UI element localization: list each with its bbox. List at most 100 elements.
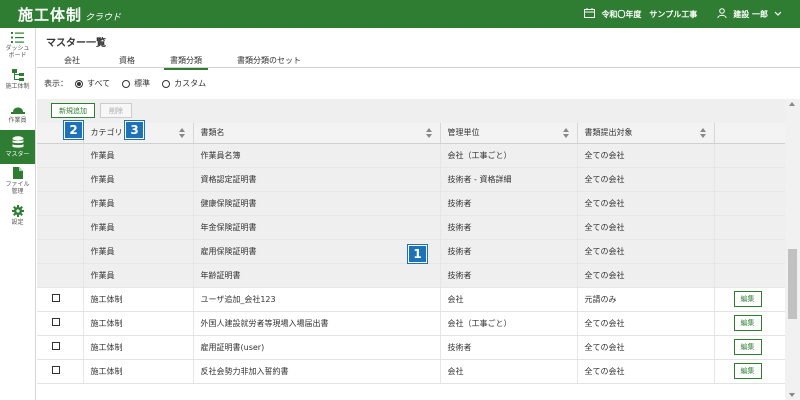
cell-management-unit: 会社 xyxy=(440,359,578,384)
page-title: マスター一覧 xyxy=(46,38,106,49)
list-icon xyxy=(11,31,24,43)
cell-submission-target: 全ての会社 xyxy=(577,143,715,168)
cell-category: 作業員 xyxy=(83,191,194,216)
radio-standard[interactable]: 標準 xyxy=(122,78,150,89)
radio-custom-indicator[interactable] xyxy=(162,79,171,88)
cell-document-name: 健康保険証明書 xyxy=(193,191,441,216)
edit-button[interactable]: 編集 xyxy=(733,339,762,355)
cell-category: 作業員 xyxy=(83,167,194,192)
sidebar-item-master[interactable]: マスター xyxy=(0,130,35,164)
calendar-icon xyxy=(584,8,596,20)
tab-bar: 会社 資格 書類分類 書類分類のセット xyxy=(37,52,800,70)
edit-button[interactable]: 編集 xyxy=(733,315,762,331)
tab-document-category[interactable]: 書類分類 xyxy=(164,55,208,70)
user-name: 建設 一郎 xyxy=(733,9,768,19)
cell-document-name: 資格認定証明書 xyxy=(193,167,441,192)
select-cell xyxy=(37,143,84,168)
header-label: カテゴリ xyxy=(90,128,123,138)
file-icon xyxy=(12,167,23,179)
action-cell xyxy=(714,239,786,264)
radio-custom[interactable]: カスタム xyxy=(162,78,206,89)
cell-document-name: 雇用証明書(user) xyxy=(193,335,441,360)
tab-company[interactable]: 会社 xyxy=(64,55,80,66)
add-new-button[interactable]: 新規追加 xyxy=(51,103,95,118)
cell-category: 作業員 xyxy=(83,263,194,288)
top-bar: 施工体制 クラウド 令和〇年度 サンプル工事 建設 一郎 xyxy=(0,0,800,28)
radio-all-indicator[interactable] xyxy=(75,79,83,88)
action-cell: 編集 xyxy=(714,311,786,336)
callout-badge-3: 3 xyxy=(125,121,144,139)
action-cell xyxy=(714,191,786,216)
sidebar-item-settings[interactable]: 設定 xyxy=(0,198,35,232)
project-name: 令和〇年度 サンプル工事 xyxy=(601,9,698,19)
radio-all[interactable]: すべて xyxy=(75,78,110,89)
cell-submission-target: 元請のみ xyxy=(577,287,715,312)
radio-standard-label: 標準 xyxy=(134,79,151,88)
header-document-name[interactable]: 書類名 xyxy=(193,123,441,144)
sidebar-item-dashboard[interactable]: ダッシュ ボード xyxy=(0,28,35,62)
scroll-down-icon[interactable] xyxy=(789,393,795,397)
brand-main: 施工体制 xyxy=(18,5,83,24)
table-row: 作業員 作業員名簿 会社（工事ごと） 全ての会社 xyxy=(37,143,786,168)
cell-submission-target: 全ての会社 xyxy=(577,335,715,360)
brand-sub: クラウド xyxy=(85,12,122,23)
scrollbar-thumb[interactable] xyxy=(788,249,797,319)
table-row: 施工体制 反社会勢力非加入誓約書 会社 全ての会社 編集 xyxy=(37,359,786,384)
cell-management-unit: 技術者 xyxy=(440,335,578,360)
cell-management-unit: 会社（工事ごと） xyxy=(440,143,578,168)
cell-document-name: 反社会勢力非加入誓約書 xyxy=(193,359,441,384)
delete-button[interactable]: 削除 xyxy=(100,103,132,118)
action-cell: 編集 xyxy=(714,287,786,312)
tab-qualification[interactable]: 資格 xyxy=(119,55,135,66)
cell-management-unit: 会社（工事ごと） xyxy=(440,311,578,336)
select-cell xyxy=(37,191,84,216)
radio-standard-indicator[interactable] xyxy=(122,79,131,88)
cell-document-name: 外国人建設就労者等現場入場届出書 xyxy=(193,311,441,336)
cell-management-unit: 技術者 - 資格詳細 xyxy=(440,167,578,192)
action-cell: 編集 xyxy=(714,359,786,384)
app-logo[interactable]: 施工体制 クラウド xyxy=(0,4,121,25)
row-checkbox[interactable] xyxy=(52,318,60,326)
project-selector[interactable]: 令和〇年度 サンプル工事 xyxy=(584,8,697,20)
select-cell xyxy=(37,215,84,240)
table-scrollbar[interactable] xyxy=(785,99,800,400)
scroll-up-icon[interactable] xyxy=(789,102,795,106)
cell-document-name: 作業員名簿 xyxy=(193,143,441,168)
sidebar-item-workers[interactable]: 作業員 xyxy=(0,96,35,130)
row-checkbox[interactable] xyxy=(52,366,60,374)
chevron-down-icon xyxy=(774,10,782,19)
table-header-row: カテゴリ 書類名 管理単位 書類提出対象 xyxy=(37,123,786,144)
table-row: 作業員 健康保険証明書 技術者 全ての会社 xyxy=(37,191,786,216)
header-management-unit[interactable]: 管理単位 xyxy=(440,123,578,144)
cell-submission-target: 全ての会社 xyxy=(577,167,715,192)
radio-all-label: すべて xyxy=(87,79,111,88)
callout-badge-2: 2 xyxy=(64,121,83,139)
select-cell xyxy=(37,287,84,312)
cell-management-unit: 技術者 xyxy=(440,263,578,288)
user-menu[interactable]: 建設 一郎 xyxy=(717,8,782,20)
cell-submission-target: 全ての会社 xyxy=(577,191,715,216)
row-checkbox[interactable] xyxy=(52,342,60,350)
action-cell: 編集 xyxy=(714,335,786,360)
row-checkbox[interactable] xyxy=(52,294,60,302)
sidebar-item-label: 作業員 xyxy=(8,116,27,124)
cell-management-unit: 技術者 xyxy=(440,239,578,264)
display-filter: 表示： すべて 標準 カスタム xyxy=(44,78,218,89)
select-cell xyxy=(37,167,84,192)
cell-category: 作業員 xyxy=(83,239,194,264)
table-row: 施工体制 外国人建設就労者等現場入場届出書 会社（工事ごと） 全ての会社 編集 xyxy=(37,311,786,336)
sidebar-item-files[interactable]: ファイル 管理 xyxy=(0,164,35,198)
sidebar-item-label: マスター xyxy=(5,150,30,158)
header-submission-target[interactable]: 書類提出対象 xyxy=(577,123,715,144)
sidebar-item-structure[interactable]: 施工体制 xyxy=(0,62,35,96)
table-row: 作業員 資格認定証明書 技術者 - 資格詳細 全ての会社 xyxy=(37,167,786,192)
table-row: 作業員 年齢証明書 技術者 全ての会社 xyxy=(37,263,786,288)
table-row: 作業員 年金保険証明書 技術者 全ての会社 xyxy=(37,215,786,240)
tab-document-category-set[interactable]: 書類分類のセット xyxy=(237,55,301,66)
action-cell xyxy=(714,143,786,168)
cell-submission-target: 全ての会社 xyxy=(577,359,715,384)
table-row: 施工体制 ユーザ追加_会社123 会社 元請のみ 編集 xyxy=(37,287,786,312)
edit-button[interactable]: 編集 xyxy=(733,291,762,307)
edit-button[interactable]: 編集 xyxy=(733,363,762,379)
gear-icon xyxy=(11,204,24,217)
